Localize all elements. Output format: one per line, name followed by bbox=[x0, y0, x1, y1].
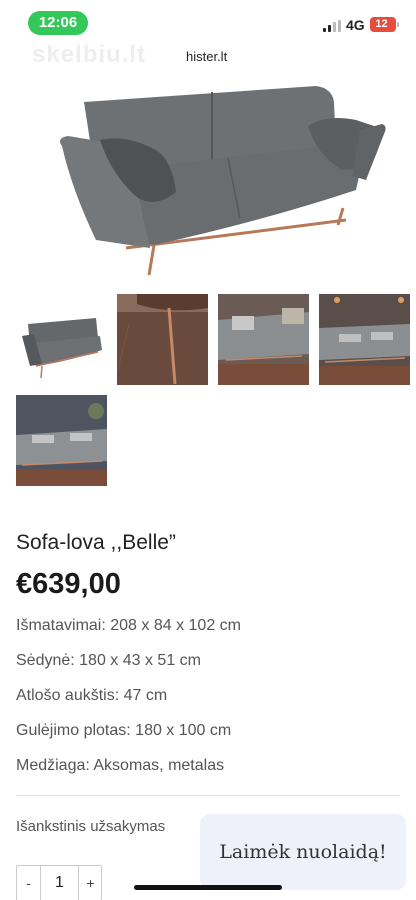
divider bbox=[16, 795, 400, 796]
quantity-input[interactable]: 1 bbox=[41, 866, 78, 900]
battery-icon: 12 bbox=[370, 17, 396, 32]
status-bar: 12:06 4G 12 bbox=[0, 0, 416, 44]
spec-sleeping-area: Gulėjimo plotas: 180 x 100 cm bbox=[16, 722, 232, 739]
network-type: 4G bbox=[346, 17, 365, 33]
thumbnail-sofa-front[interactable] bbox=[16, 294, 107, 385]
quantity-stepper: - 1 + bbox=[16, 865, 102, 900]
battery-level: 12 bbox=[375, 18, 388, 30]
spec-dimensions: Išmatavimai: 208 x 84 x 102 cm bbox=[16, 617, 241, 634]
product-price: €639,00 bbox=[16, 568, 121, 600]
quantity-increase-button[interactable]: + bbox=[78, 866, 102, 900]
battery-cap bbox=[397, 22, 399, 27]
thumbnail-room-side[interactable] bbox=[319, 294, 410, 385]
thumbnail-room-pillows[interactable] bbox=[218, 294, 309, 385]
quantity-decrease-button[interactable]: - bbox=[17, 866, 41, 900]
home-indicator bbox=[134, 885, 282, 890]
thumbnail-copper-leg[interactable] bbox=[117, 294, 208, 385]
signal-icon bbox=[323, 20, 341, 32]
site-watermark: skelbiu.lt bbox=[32, 41, 147, 68]
availability-status: Išankstinis užsakymas bbox=[16, 818, 166, 835]
spec-material: Medžiaga: Aksomas, metalas bbox=[16, 757, 225, 774]
thumbnail-room-wide[interactable] bbox=[16, 395, 107, 486]
url-text[interactable]: hister.lt bbox=[186, 49, 227, 64]
spec-seat: Sėdynė: 180 x 43 x 51 cm bbox=[16, 652, 201, 669]
main-product-image[interactable] bbox=[16, 80, 400, 285]
spec-back-height: Atlošo aukštis: 47 cm bbox=[16, 687, 168, 704]
status-time: 12:06 bbox=[28, 11, 88, 35]
product-title: Sofa-lova ,,Belle” bbox=[16, 531, 176, 554]
discount-promo-button[interactable]: Laimėk nuolaidą! bbox=[200, 814, 406, 890]
